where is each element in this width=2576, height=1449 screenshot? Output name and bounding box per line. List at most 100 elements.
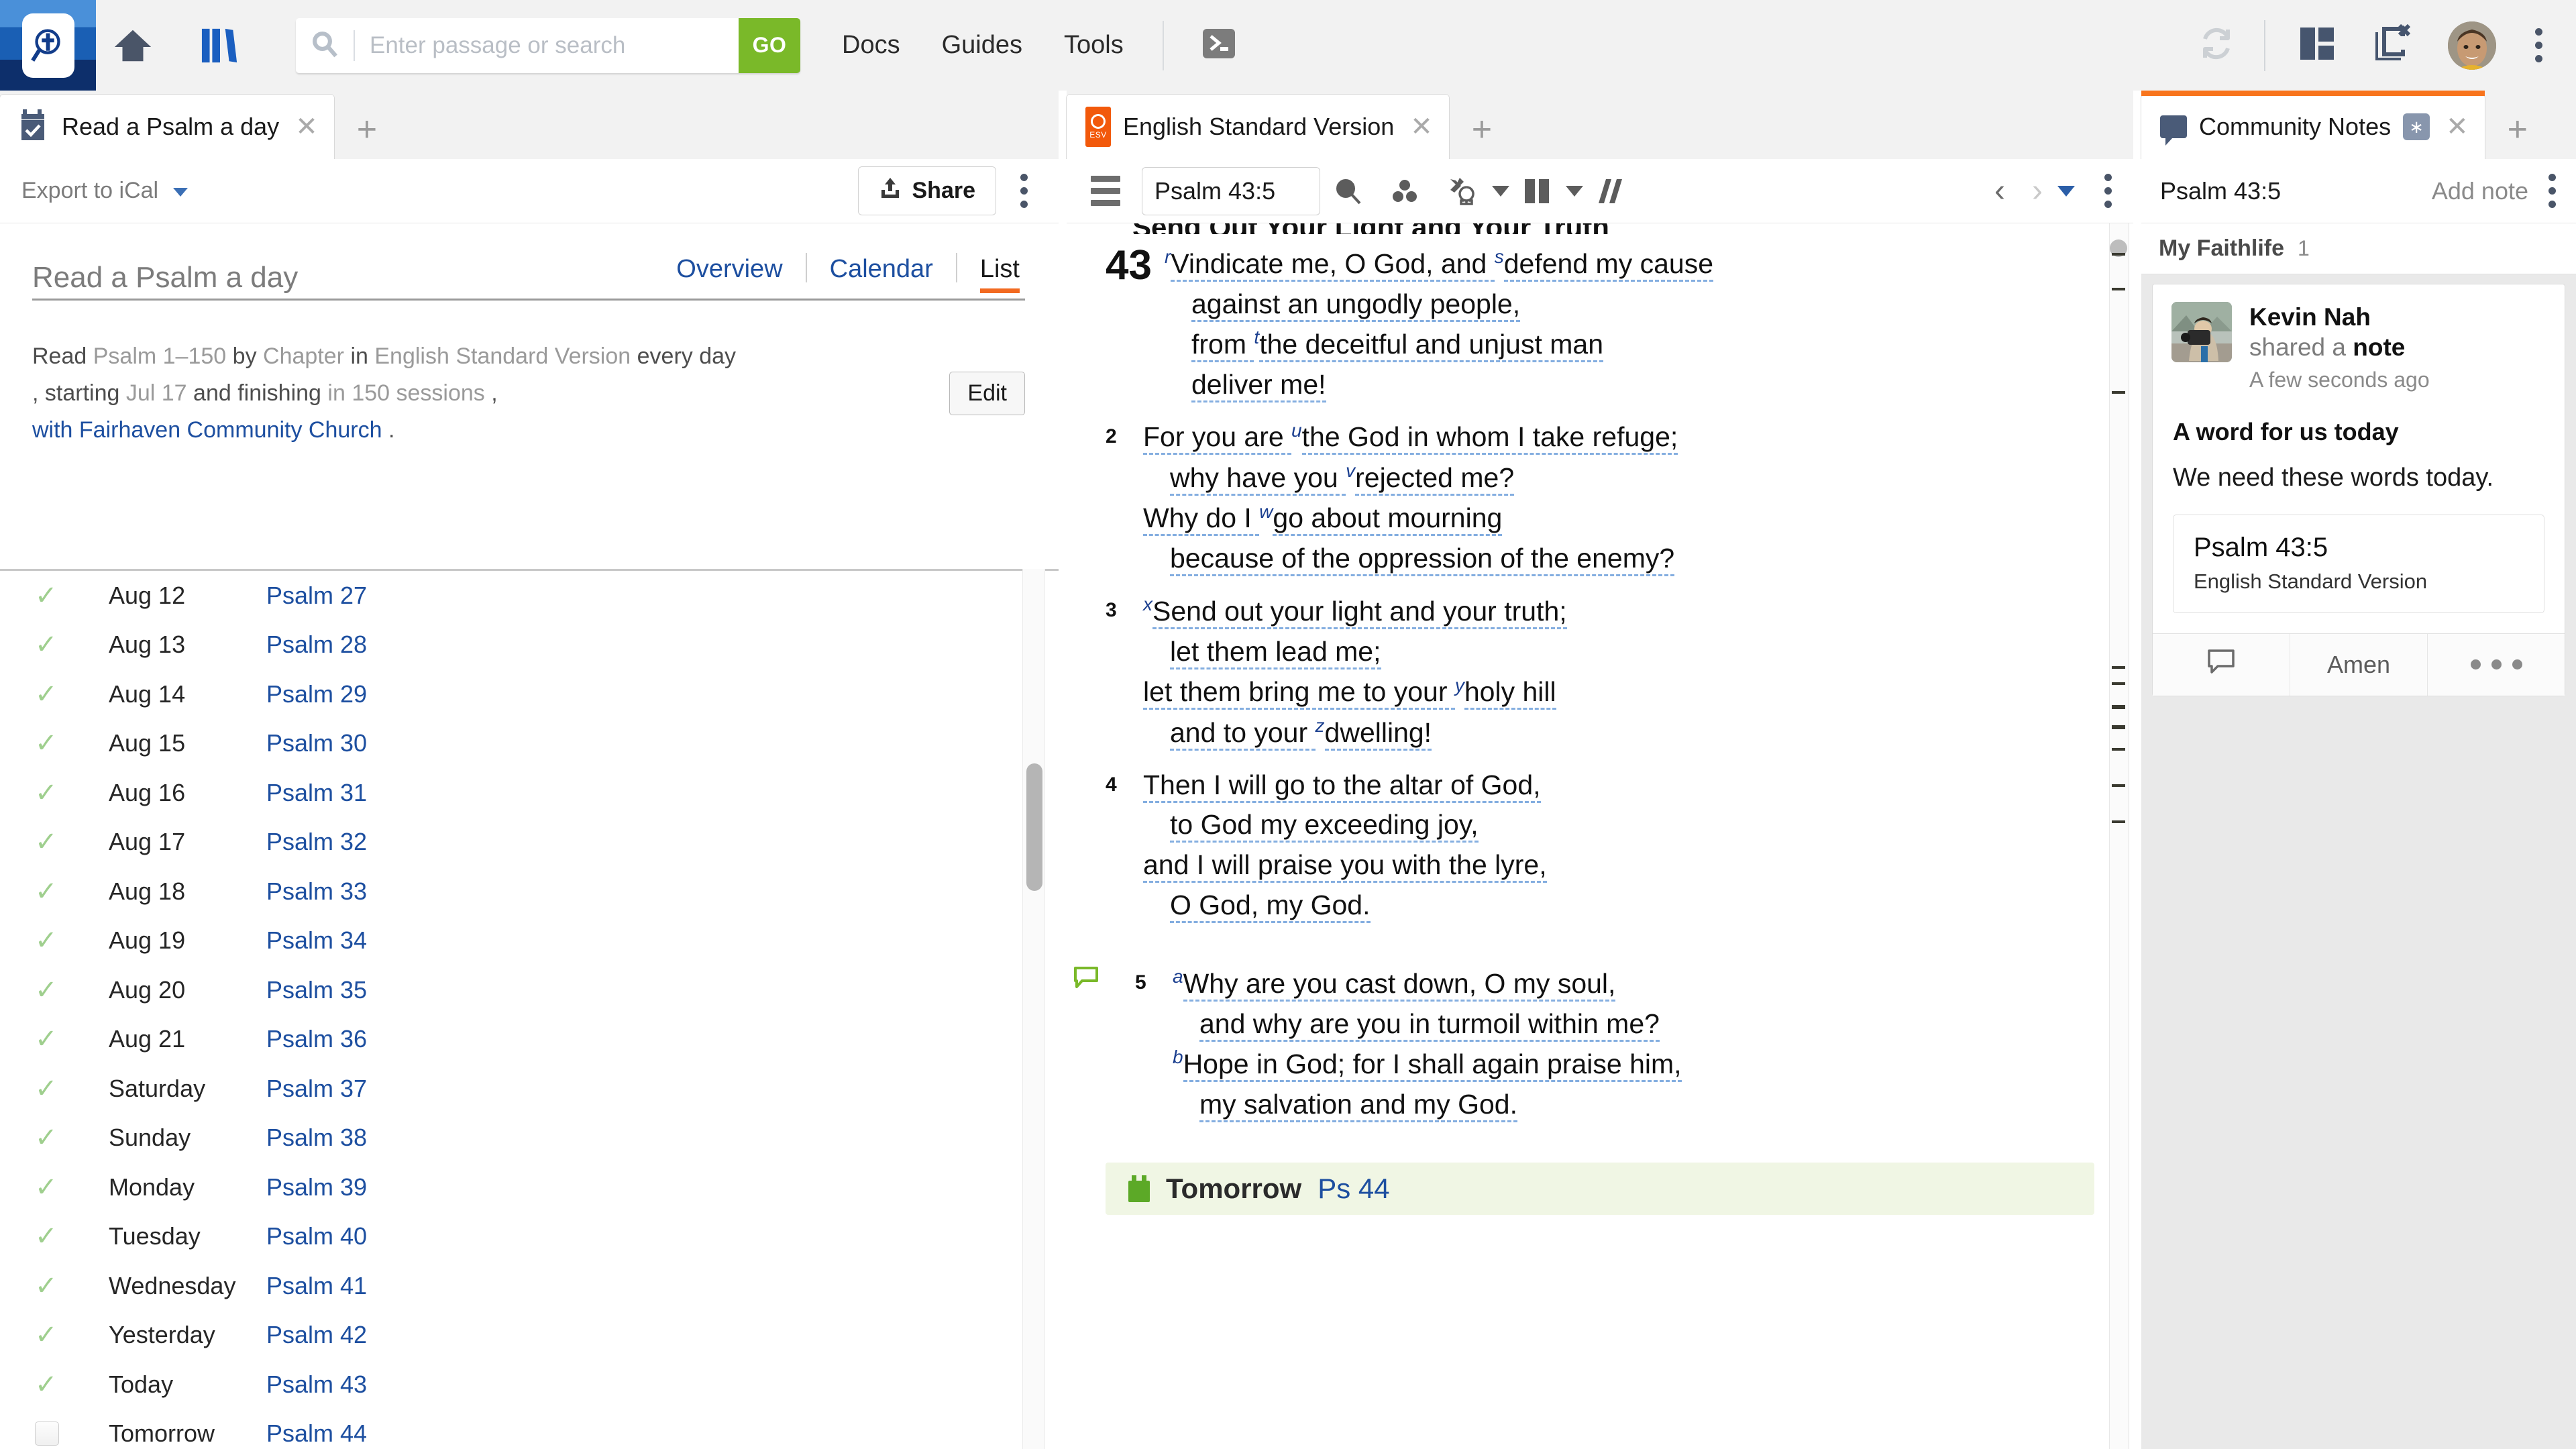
verse-lines[interactable]: For you are uthe God in whom I take refu… <box>1143 417 1678 579</box>
footnote-marker[interactable]: s <box>1495 246 1504 267</box>
row-reading-link[interactable]: Psalm 30 <box>266 729 367 757</box>
close-layout-icon[interactable] <box>2371 23 2413 66</box>
bible-minimap-scrollbar[interactable] <box>2109 223 2129 1449</box>
more-options-icon[interactable] <box>2098 167 2118 215</box>
command-prompt-icon[interactable] <box>1200 25 1238 66</box>
note-card[interactable]: Kevin Nah shared a note A few seconds ag… <box>2152 284 2565 696</box>
row-reading-link[interactable]: Psalm 35 <box>266 976 367 1004</box>
reading-list-row[interactable]: ✓ Aug 20 Psalm 35 <box>0 965 1059 1015</box>
row-reading-link[interactable]: Psalm 27 <box>266 582 367 610</box>
search-icon[interactable] <box>1320 176 1377 206</box>
reference-input[interactable] <box>1142 166 1320 215</box>
check-icon[interactable]: ✓ <box>35 582 58 609</box>
desc-group-link[interactable]: with Fairhaven Community Church <box>32 417 382 443</box>
layouts-panel-icon[interactable] <box>2298 24 2337 66</box>
export-to-ical-button[interactable]: Export to iCal <box>21 178 188 204</box>
app-logo[interactable] <box>0 0 96 91</box>
close-icon[interactable]: ✕ <box>295 113 318 140</box>
hebrew-greek-interlinear-icon[interactable] <box>1433 175 1491 207</box>
nav-docs[interactable]: Docs <box>842 31 900 60</box>
check-icon[interactable]: ✓ <box>35 1026 58 1053</box>
note-citation[interactable]: Psalm 43:5 English Standard Version <box>2173 514 2544 613</box>
add-note-button[interactable]: Add note <box>2432 177 2528 205</box>
reading-list-row[interactable]: Tomorrow Psalm 44 <box>0 1409 1059 1449</box>
desc-unit[interactable]: Chapter <box>263 343 344 369</box>
check-icon[interactable]: ✓ <box>35 1223 58 1250</box>
reading-list-row[interactable]: ✓ Aug 18 Psalm 33 <box>0 867 1059 916</box>
reading-list-row[interactable]: ✓ Tuesday Psalm 40 <box>0 1212 1059 1262</box>
more-options-icon[interactable] <box>2542 167 2563 215</box>
search-input[interactable] <box>370 32 732 59</box>
scrollbar-thumb[interactable] <box>1026 763 1042 891</box>
tab-read-a-psalm-a-day[interactable]: Read a Psalm a day ✕ <box>0 95 334 159</box>
check-icon[interactable]: ✓ <box>35 878 58 905</box>
note-author[interactable]: Kevin Nah <box>2249 302 2430 332</box>
avatar[interactable] <box>2171 302 2232 362</box>
tab-community-notes[interactable]: Community Notes ∗ ✕ <box>2141 91 2485 159</box>
reading-list-row[interactable]: ✓ Aug 14 Psalm 29 <box>0 669 1059 719</box>
check-icon[interactable]: ✓ <box>35 730 58 757</box>
reading-list-row[interactable]: ✓ Aug 19 Psalm 34 <box>0 916 1059 966</box>
row-reading-link[interactable]: Psalm 31 <box>266 779 367 807</box>
sync-icon[interactable] <box>2197 24 2236 66</box>
user-avatar[interactable] <box>2448 21 2496 70</box>
footnote-marker[interactable]: x <box>1143 594 1152 614</box>
footnote-marker[interactable]: z <box>1316 715 1325 736</box>
footnote-marker[interactable]: b <box>1173 1046 1183 1067</box>
visual-filters-icon[interactable] <box>1377 176 1433 206</box>
nav-guides[interactable]: Guides <box>942 31 1022 60</box>
row-reading-link[interactable]: Psalm 44 <box>266 1419 367 1448</box>
row-reading-link[interactable]: Psalm 34 <box>266 926 367 955</box>
desc-start-date[interactable]: Jul 17 <box>126 380 187 406</box>
forward-chevron-icon[interactable]: › <box>2019 174 2056 207</box>
reading-list-row[interactable]: ✓ Aug 17 Psalm 32 <box>0 818 1059 867</box>
check-icon[interactable]: ✓ <box>35 977 58 1004</box>
verse-lines[interactable]: rVindicate me, O God, and sdefend my cau… <box>1165 244 1713 405</box>
reading-list-row[interactable]: ✓ Aug 16 Psalm 31 <box>0 768 1059 818</box>
checkbox[interactable] <box>35 1421 59 1446</box>
search-go-button[interactable]: GO <box>739 17 800 73</box>
row-reading-link[interactable]: Psalm 41 <box>266 1272 367 1300</box>
more-actions-button[interactable] <box>2427 633 2565 696</box>
chevron-down-icon[interactable] <box>1492 185 1509 197</box>
back-chevron-icon[interactable]: ‹ <box>1981 174 2019 207</box>
multiple-resources-icon[interactable] <box>1509 176 1564 206</box>
check-icon[interactable]: ✓ <box>35 1124 58 1151</box>
check-icon[interactable]: ✓ <box>35 681 58 708</box>
desc-version[interactable]: English Standard Version <box>374 343 631 369</box>
more-options-icon[interactable] <box>1014 167 1034 215</box>
footnote-marker[interactable]: u <box>1291 420 1302 441</box>
new-tab-button[interactable]: + <box>334 109 400 159</box>
tomorrow-reference-link[interactable]: Ps 44 <box>1318 1173 1389 1205</box>
check-icon[interactable]: ✓ <box>35 828 58 855</box>
reading-list-scrollbar[interactable] <box>1022 569 1045 1449</box>
check-icon[interactable]: ✓ <box>35 1174 58 1201</box>
close-icon[interactable]: ✕ <box>1410 113 1433 140</box>
footnote-marker[interactable]: r <box>1165 246 1171 267</box>
reading-list-row[interactable]: ✓ Wednesday Psalm 41 <box>0 1261 1059 1311</box>
library-books-icon[interactable] <box>183 0 257 91</box>
row-reading-link[interactable]: Psalm 39 <box>266 1173 367 1201</box>
comment-button[interactable] <box>2153 633 2290 696</box>
row-reading-link[interactable]: Psalm 38 <box>266 1124 367 1152</box>
check-icon[interactable]: ✓ <box>35 1273 58 1299</box>
search-bar[interactable]: GO <box>296 17 800 73</box>
bible-text-scroll[interactable]: Send Out Your Light and Your Truth43rVin… <box>1067 223 2133 1449</box>
verse-lines[interactable]: xSend out your light and your truth; let … <box>1143 591 1567 753</box>
verse-lines[interactable]: aWhy are you cast down, O my soul, and wh… <box>1173 963 1682 1125</box>
reading-list-row[interactable]: ✓ Aug 15 Psalm 30 <box>0 719 1059 769</box>
close-icon[interactable]: ✕ <box>2446 113 2469 140</box>
tab-english-standard-version[interactable]: ESV English Standard Version ✕ <box>1067 95 1449 159</box>
reading-list-row[interactable]: ✓ Sunday Psalm 38 <box>0 1114 1059 1163</box>
reading-list-row[interactable]: ✓ Aug 12 Psalm 27 <box>0 571 1059 621</box>
reading-list-row[interactable]: ✓ Aug 21 Psalm 36 <box>0 1015 1059 1065</box>
nav-tools[interactable]: Tools <box>1064 31 1124 60</box>
desc-range[interactable]: Psalm 1–150 <box>93 343 226 369</box>
tab-calendar[interactable]: Calendar <box>807 255 956 293</box>
footnote-marker[interactable]: a <box>1173 966 1183 987</box>
note-bubble-icon[interactable] <box>1073 966 1099 992</box>
reading-list-row[interactable]: ✓ Monday Psalm 39 <box>0 1163 1059 1212</box>
row-reading-link[interactable]: Psalm 42 <box>266 1321 367 1349</box>
row-reading-link[interactable]: Psalm 32 <box>266 828 367 856</box>
new-tab-button[interactable]: + <box>2485 109 2551 159</box>
